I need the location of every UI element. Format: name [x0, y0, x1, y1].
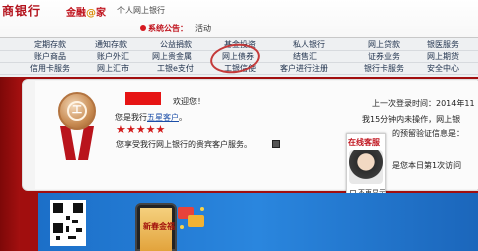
five-star-link[interactable]: 五星客户 [147, 113, 179, 122]
promo-phone-text: 新春金福 [143, 222, 175, 231]
speaker-icon [140, 25, 146, 31]
menu-item-notice-deposit[interactable]: 通知存款 [95, 39, 127, 51]
medal-emblem-icon: 工 [67, 101, 87, 121]
redacted-username [125, 92, 161, 105]
online-service-title: 在线客服 [348, 138, 380, 147]
menu-item-charity[interactable]: 公益捐款 [160, 39, 192, 51]
menu-item-account-goods[interactable]: 账户商品 [34, 51, 66, 63]
sub-brand-logo: 金融@家 [66, 8, 106, 19]
welcome-greeting: 欢迎您！ [173, 97, 205, 106]
menu-item-fx-settlement[interactable]: 结售汇 [293, 51, 317, 63]
menu-item-fixed-deposit[interactable]: 定期存款 [34, 39, 66, 51]
bank-logo-text: 商银行 [2, 4, 42, 18]
timeout-notice: 我15分钟内未操作，网上银 [362, 115, 461, 124]
info-icon[interactable] [272, 140, 280, 148]
top-header: 商银行 金融@家 个人网上银行 系统公告： 活动 [0, 0, 478, 38]
visit-count: 是您本日第1次访问 [392, 161, 462, 170]
menu-item-futures[interactable]: 网上期货 [427, 51, 459, 63]
vip-service-text: 您享受我行网上银行的贵宾客户服务。 [116, 140, 252, 149]
service-agent-avatar[interactable] [349, 150, 383, 184]
last-login-time: 上一次登录时间：2014年11 [372, 99, 475, 108]
left-decoration [0, 77, 20, 251]
qr-code-icon [50, 200, 86, 246]
menu-item-securities[interactable]: 证券业务 [368, 51, 400, 63]
verification-info: 的预留验证信息是： [392, 129, 464, 138]
menu-item-private-bank[interactable]: 私人银行 [293, 39, 325, 51]
menu-item-credit-card[interactable]: 信用卡服务 [30, 63, 70, 75]
portal-title: 个人网上银行 [117, 6, 165, 15]
system-notice-label: 系统公告： [148, 24, 188, 33]
menu-item-online-loan[interactable]: 网上贷款 [368, 39, 400, 51]
cards-decoration [178, 205, 208, 235]
menu-item-account-forex[interactable]: 账户外汇 [97, 51, 129, 63]
menu-item-e-pay[interactable]: 工银e支付 [157, 63, 194, 75]
menu-item-register[interactable]: 客户进行注册 [280, 63, 328, 75]
promo-banner[interactable] [38, 193, 478, 251]
star-customer-line: 您是我行五星客户。 [115, 113, 187, 122]
menu-item-medical[interactable]: 银医服务 [427, 39, 459, 51]
system-notice-link[interactable]: 活动 [195, 23, 211, 34]
menu-item-fx-market[interactable]: 网上汇市 [97, 63, 129, 75]
menu-item-card-service[interactable]: 银行卡服务 [364, 63, 404, 75]
star-rating: ★★★★★ [116, 123, 166, 136]
menu-item-security[interactable]: 安全中心 [427, 63, 459, 75]
menu-item-precious-metal[interactable]: 网上贵金属 [152, 51, 192, 63]
